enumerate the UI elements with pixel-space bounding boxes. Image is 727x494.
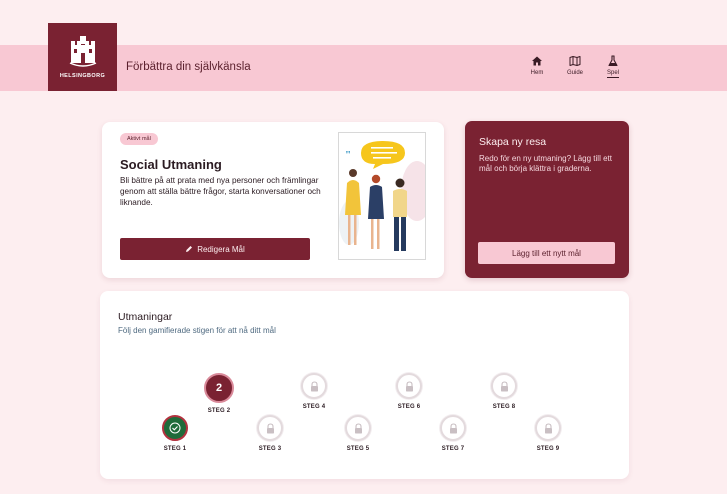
- nav-game[interactable]: Spel: [602, 55, 624, 78]
- challenges-subtitle: Följ den gamifierade stigen för att nå d…: [118, 326, 276, 335]
- challenges-card: Utmaningar Följ den gamifierade stigen f…: [100, 291, 629, 479]
- check-icon: [169, 422, 181, 434]
- logo-text: HELSINGBORG: [59, 73, 106, 79]
- step-9[interactable]: STEG 9: [523, 415, 573, 452]
- castle-crest-icon: [69, 36, 96, 67]
- home-icon: [532, 56, 542, 66]
- new-journey-card: Skapa ny resa Redo för en ny utmaning? L…: [465, 121, 629, 278]
- lock-icon: [544, 422, 552, 433]
- step-6[interactable]: STEG 6: [384, 373, 434, 410]
- step-3[interactable]: STEG 3: [245, 415, 295, 452]
- page-title: Förbättra din självkänsla: [126, 61, 251, 73]
- nav-guide-label: Guide: [566, 70, 583, 76]
- lock-icon: [310, 380, 318, 391]
- step-label: STEG 9: [536, 446, 560, 452]
- step-locked-circle: [396, 373, 422, 399]
- step-locked-circle: [491, 373, 517, 399]
- step-locked-circle: [257, 415, 283, 441]
- nav-game-label: Spel: [606, 70, 619, 78]
- lock-icon: [405, 380, 413, 391]
- people-talking-illustration: ": [339, 141, 425, 251]
- step-current-circle: 2: [204, 373, 234, 403]
- challenges-title: Utmaningar: [118, 311, 173, 323]
- main-nav: Hem Guide Spel: [526, 55, 624, 78]
- flask-icon: [608, 55, 618, 67]
- step-locked-circle: [440, 415, 466, 441]
- step-label: STEG 3: [258, 446, 282, 452]
- lock-icon: [449, 422, 457, 433]
- active-goal-card: Aktivt mål Social Utmaning Bli bättre på…: [102, 122, 444, 278]
- goal-description: Bli bättre på att prata med nya personer…: [120, 176, 321, 207]
- step-label: STEG 6: [397, 404, 421, 410]
- step-done-circle: [162, 415, 188, 441]
- status-badge: Aktivt mål: [120, 133, 158, 145]
- lock-icon: [354, 422, 362, 433]
- step-label: STEG 4: [302, 404, 326, 410]
- step-8[interactable]: STEG 8: [479, 373, 529, 410]
- step-label: STEG 5: [346, 446, 370, 452]
- map-icon: [569, 56, 581, 66]
- step-label: STEG 1: [163, 446, 187, 452]
- step-label: STEG 7: [441, 446, 465, 452]
- nav-home[interactable]: Hem: [526, 55, 548, 78]
- step-locked-circle: [301, 373, 327, 399]
- lock-icon: [266, 422, 274, 433]
- step-locked-circle: [345, 415, 371, 441]
- step-locked-circle: [535, 415, 561, 441]
- city-logo[interactable]: HELSINGBORG: [48, 23, 117, 91]
- edit-goal-label: Redigera Mål: [197, 244, 245, 254]
- new-journey-title: Skapa ny resa: [479, 136, 547, 148]
- step-1[interactable]: STEG 1: [150, 415, 200, 452]
- step-4[interactable]: STEG 4: [289, 373, 339, 410]
- nav-guide[interactable]: Guide: [564, 55, 586, 78]
- edit-goal-button[interactable]: Redigera Mål: [120, 238, 310, 260]
- new-journey-description: Redo för en ny utmaning? Lägg till ett m…: [479, 154, 612, 173]
- step-7[interactable]: STEG 7: [428, 415, 478, 452]
- pencil-icon: [186, 246, 193, 252]
- step-label: STEG 8: [492, 404, 516, 410]
- step-label: STEG 2: [207, 408, 231, 414]
- goal-title: Social Utmaning: [120, 157, 222, 172]
- step-2[interactable]: 2 STEG 2: [194, 373, 244, 414]
- add-goal-button[interactable]: Lägg till ett nytt mål: [478, 242, 615, 264]
- svg-text:": ": [345, 149, 351, 161]
- lock-icon: [500, 380, 508, 391]
- nav-home-label: Hem: [530, 70, 544, 76]
- goal-illustration: ": [338, 132, 426, 260]
- step-5[interactable]: STEG 5: [333, 415, 383, 452]
